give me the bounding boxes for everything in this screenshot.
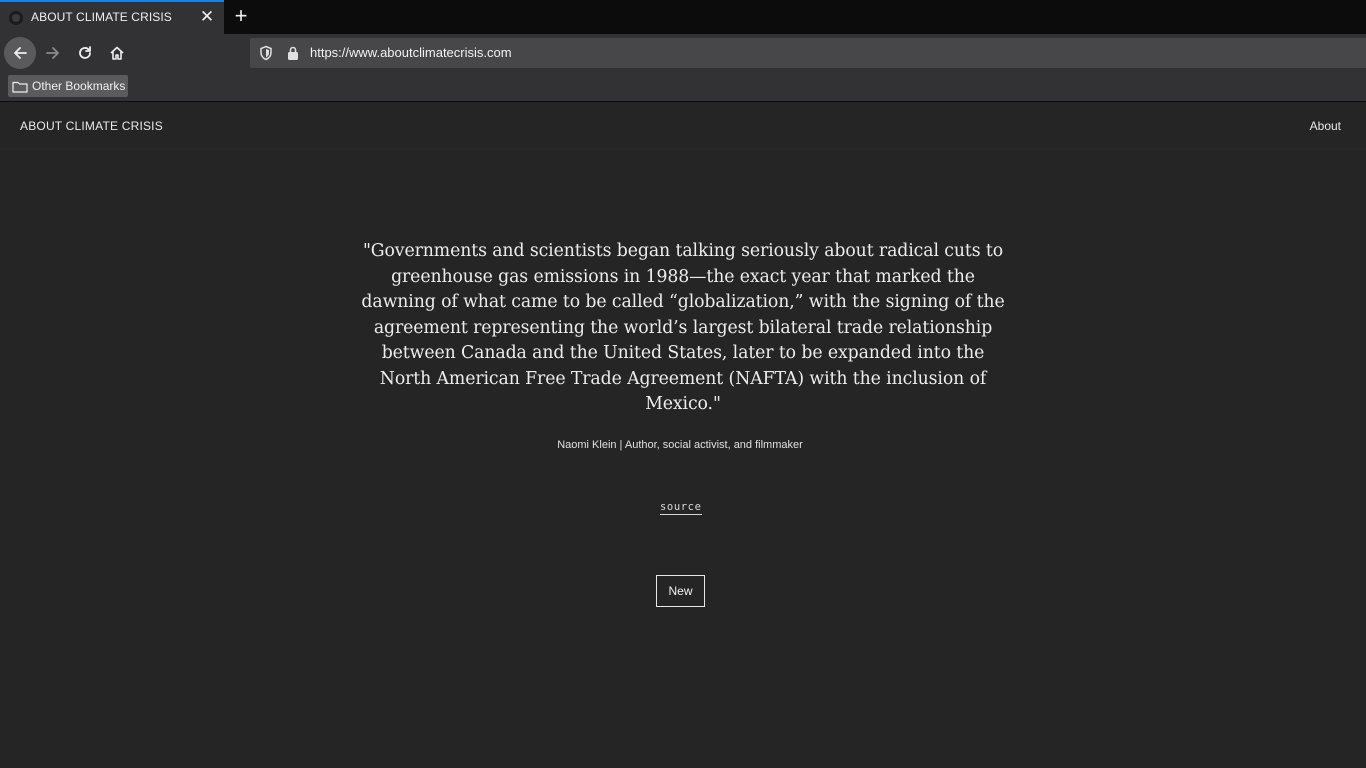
new-tab-icon[interactable]: + (229, 5, 253, 29)
active-tab[interactable]: ABOUT CLIMATE CRISIS ✕ (0, 0, 224, 34)
address-bar[interactable]: https://www.aboutclimatecrisis.com (250, 38, 1366, 68)
back-arrow-icon (14, 47, 27, 59)
tab-strip: ABOUT CLIMATE CRISIS ✕ + (0, 0, 1366, 34)
navigation-toolbar: https://www.aboutclimatecrisis.com (0, 34, 1366, 72)
shield-icon[interactable] (259, 45, 273, 61)
climate-quote: "Governments and scientists began talkin… (361, 241, 1005, 414)
new-quote-button[interactable]: New (656, 575, 705, 607)
site-logo-link[interactable]: ABOUT CLIMATE CRISIS (20, 119, 163, 133)
site-favicon-icon (9, 11, 23, 25)
source-link[interactable]: source (660, 501, 702, 515)
url-text[interactable]: https://www.aboutclimatecrisis.com (310, 45, 512, 60)
forward-button[interactable] (37, 37, 69, 69)
folder-icon (12, 81, 28, 93)
back-button[interactable] (4, 37, 36, 69)
bookmark-other-bookmarks[interactable]: Other Bookmarks (8, 75, 128, 97)
reload-icon (79, 46, 91, 59)
lock-icon[interactable] (286, 45, 300, 61)
bookmarks-toolbar: Other Bookmarks (0, 72, 1366, 102)
page-content: ABOUT CLIMATE CRISIS About "Governments … (0, 102, 1366, 768)
forward-arrow-icon (46, 47, 59, 59)
home-button[interactable] (101, 37, 133, 69)
home-icon (110, 46, 124, 60)
close-tab-icon[interactable]: ✕ (198, 8, 216, 26)
site-header: ABOUT CLIMATE CRISIS About (0, 102, 1366, 149)
quote-attribution: Naomi Klein | Author, social activist, a… (557, 439, 803, 451)
nav-about-link[interactable]: About (1310, 119, 1341, 133)
reload-button[interactable] (69, 37, 101, 69)
tab-title: ABOUT CLIMATE CRISIS (31, 10, 172, 24)
bookmark-label: Other Bookmarks (32, 79, 126, 93)
